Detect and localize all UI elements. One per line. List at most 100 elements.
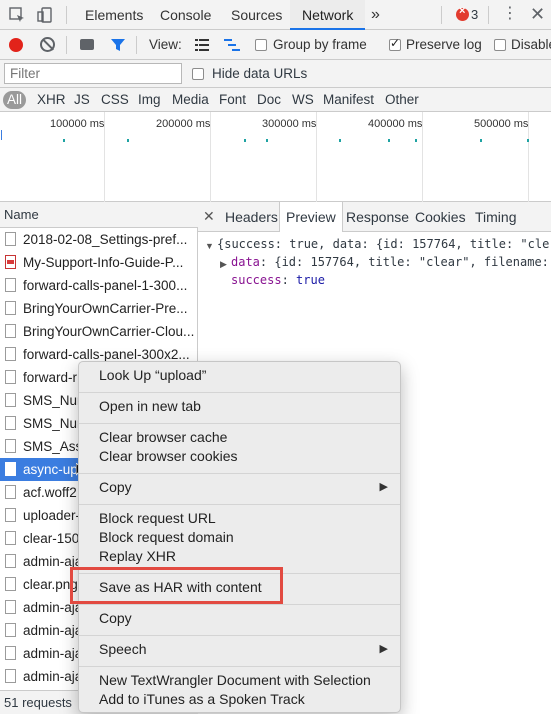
timeline-dot	[480, 139, 482, 142]
preview-data-row[interactable]: data: {id: 157764, title: "clear", filen…	[231, 255, 549, 269]
menu-separator	[79, 392, 400, 393]
network-toolbar: View: Group by frame Preserve log Disabl…	[0, 30, 551, 60]
type-filter-manifest[interactable]: Manifest	[323, 91, 374, 109]
file-icon	[5, 462, 16, 476]
close-icon[interactable]: ✕	[530, 4, 545, 25]
menu-item-speech[interactable]: Speech ▶	[79, 640, 400, 659]
collapsed-triangle-icon[interactable]: ▶	[220, 259, 227, 270]
request-name: forward-calls-panel-1-300...	[23, 278, 188, 293]
type-filter-ws[interactable]: WS	[292, 91, 314, 109]
file-icon	[5, 485, 16, 499]
tab-network[interactable]: Network	[290, 0, 366, 30]
preview-success-key: success	[231, 273, 282, 287]
tab-sources[interactable]: Sources	[231, 0, 282, 30]
request-row[interactable]: BringYourOwnCarrier-Pre...	[0, 297, 197, 320]
menu-item-block-domain[interactable]: Block request domain	[79, 528, 400, 547]
preview-colon: :	[281, 273, 297, 287]
preview-pane: ▼ {success: true, data: {id: 157764, tit…	[198, 232, 551, 362]
tab-elements[interactable]: Elements	[85, 0, 143, 30]
menu-item-open-new-tab[interactable]: Open in new tab	[79, 397, 400, 416]
menu-item-copy[interactable]: Copy	[79, 609, 400, 628]
type-filter-all[interactable]: All	[3, 91, 27, 109]
request-name: async-up	[23, 462, 78, 477]
preview-root-object[interactable]: {success: true, data: {id: 157764, title…	[217, 237, 549, 251]
disable-cache-checkbox[interactable]	[494, 39, 506, 51]
more-tabs-button[interactable]: »	[371, 0, 380, 30]
timeline-marker	[1, 130, 2, 140]
toolbar-divider	[66, 6, 67, 24]
file-icon	[5, 370, 16, 384]
tab-preview[interactable]: Preview	[279, 202, 343, 233]
submenu-arrow-icon: ▶	[379, 481, 388, 493]
timeline-dot	[388, 139, 390, 142]
preserve-log-label: Preserve log	[406, 37, 482, 52]
filter-funnel-icon[interactable]	[110, 38, 126, 55]
tab-console[interactable]: Console	[160, 0, 211, 30]
hide-data-urls-checkbox[interactable]	[192, 68, 204, 80]
request-name: clear-150	[23, 531, 80, 546]
screenshot-camera-icon[interactable]	[80, 39, 94, 50]
error-circle-icon[interactable]: ×	[456, 5, 469, 21]
tab-headers[interactable]: Headers	[225, 202, 278, 232]
resource-type-filter: All XHR JS CSS Img Media Font Doc WS Man…	[0, 88, 551, 112]
pdf-file-icon	[5, 255, 16, 269]
type-filter-img[interactable]: Img	[138, 91, 161, 109]
timeline-dot	[527, 139, 529, 142]
waterfall-icon[interactable]	[224, 39, 240, 54]
type-filter-other[interactable]: Other	[385, 91, 419, 109]
type-filter-xhr[interactable]: XHR	[37, 91, 66, 109]
tab-timing[interactable]: Timing	[475, 202, 517, 232]
annotation-highlight-box	[70, 567, 283, 604]
tab-response[interactable]: Response	[346, 202, 409, 232]
type-filter-media[interactable]: Media	[172, 91, 209, 109]
menu-item-look-up[interactable]: Look Up “upload”	[79, 366, 400, 385]
request-row[interactable]: BringYourOwnCarrier-Clou...	[0, 320, 197, 343]
type-filter-doc[interactable]: Doc	[257, 91, 281, 109]
request-name: admin-aja	[23, 623, 83, 638]
menu-item-textwrangler[interactable]: New TextWrangler Document with Selection	[79, 671, 400, 690]
large-rows-list-icon[interactable]	[195, 39, 209, 54]
device-toolbar-icon[interactable]	[36, 6, 54, 24]
type-filter-js[interactable]: JS	[74, 91, 90, 109]
menu-item-replay-xhr[interactable]: Replay XHR	[79, 547, 400, 566]
timeline-tick-label: 200000 ms	[156, 118, 211, 130]
group-by-frame-checkbox[interactable]	[255, 39, 267, 51]
menu-item-copy-submenu[interactable]: Copy ▶	[79, 478, 400, 497]
request-row[interactable]: 2018-02-08_Settings-pref...	[0, 228, 197, 251]
close-icon[interactable]: ✕	[203, 208, 215, 225]
expanded-triangle-icon[interactable]: ▼	[205, 241, 214, 251]
timeline-overview[interactable]: 100000 ms 200000 ms 300000 ms 400000 ms …	[0, 112, 551, 202]
inspect-element-icon[interactable]	[8, 6, 26, 24]
menu-item-copy-label: Copy	[99, 479, 132, 495]
type-filter-font[interactable]: Font	[219, 91, 246, 109]
preserve-log-checkbox[interactable]	[389, 36, 401, 51]
record-icon[interactable]	[9, 38, 23, 52]
timeline-dot	[127, 139, 129, 142]
request-row[interactable]: forward-calls-panel-1-300...	[0, 274, 197, 297]
menu-item-itunes[interactable]: Add to iTunes as a Spoken Track	[79, 690, 400, 709]
request-name: SMS_Nur	[23, 393, 82, 408]
image-file-icon	[5, 577, 16, 591]
menu-item-clear-cookies[interactable]: Clear browser cookies	[79, 447, 400, 466]
menu-item-clear-cache[interactable]: Clear browser cache	[79, 428, 400, 447]
menu-item-block-url[interactable]: Block request URL	[79, 509, 400, 528]
hide-data-urls-label: Hide data URLs	[212, 66, 308, 81]
tab-cookies[interactable]: Cookies	[415, 202, 466, 232]
request-row[interactable]: My-Support-Info-Guide-P...	[0, 251, 197, 274]
kebab-icon[interactable]: ⋮	[502, 5, 518, 23]
name-column-header[interactable]: Name	[0, 202, 198, 228]
clear-icon[interactable]	[40, 37, 55, 52]
filter-input[interactable]	[4, 63, 182, 84]
request-name: 2018-02-08_Settings-pref...	[23, 232, 188, 247]
context-menu: Look Up “upload” Open in new tab Clear b…	[78, 361, 401, 713]
type-filter-css[interactable]: CSS	[101, 91, 129, 109]
toolbar-divider	[441, 6, 442, 24]
filter-bar: Hide data URLs	[0, 60, 551, 88]
file-icon	[5, 301, 16, 315]
timeline-dot	[63, 139, 65, 142]
request-name: forward-r	[23, 370, 78, 385]
file-icon	[5, 623, 16, 637]
error-count[interactable]: 3	[471, 7, 478, 22]
preview-success-row: success: true	[231, 273, 325, 287]
timeline-dot	[339, 139, 341, 142]
